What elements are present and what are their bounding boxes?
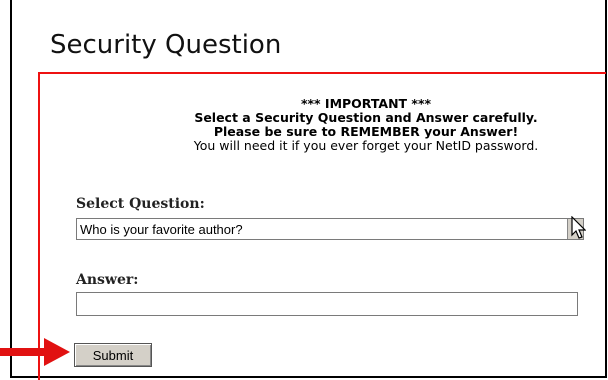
submit-button[interactable]: Submit xyxy=(74,343,152,367)
answer-label: Answer: xyxy=(76,272,139,288)
important-notice: *** IMPORTANT *** Select a Security Ques… xyxy=(150,97,582,153)
notice-line-1: *** IMPORTANT *** xyxy=(300,96,432,111)
question-select[interactable]: Who is your favorite author? xyxy=(76,218,584,240)
notice-line-3: Please be sure to REMEMBER your Answer! xyxy=(213,124,519,139)
notice-line-4: You will need it if you ever forget your… xyxy=(193,138,539,153)
mouse-pointer-icon xyxy=(571,216,586,239)
page-title: Security Question xyxy=(50,30,282,60)
answer-input[interactable] xyxy=(76,292,578,316)
notice-line-2: Select a Security Question and Answer ca… xyxy=(194,110,538,125)
question-label: Select Question: xyxy=(76,196,205,212)
red-arrow-icon xyxy=(0,338,70,366)
question-select-value: Who is your favorite author? xyxy=(80,222,243,237)
